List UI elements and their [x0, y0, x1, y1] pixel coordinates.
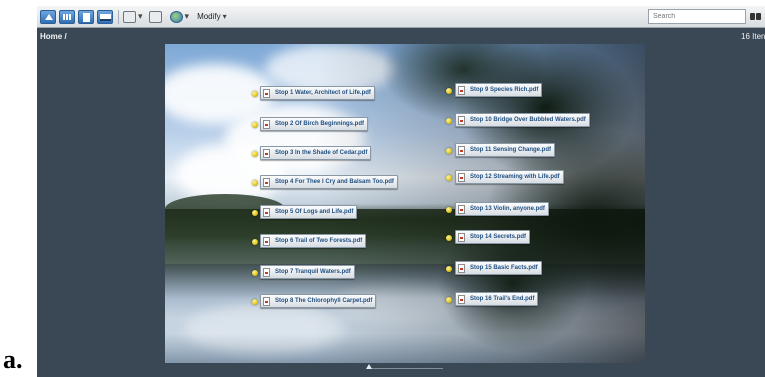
marker-dot[interactable] [252, 91, 258, 97]
pdf-file-stop-6[interactable]: Stop 6 Trail of Two Forests.pdf [260, 234, 367, 248]
pdf-icon [263, 267, 270, 277]
marker-dot[interactable] [252, 210, 258, 216]
pdf-file-stop-7[interactable]: Stop 7 Tranquil Waters.pdf [260, 265, 355, 279]
marker-dot[interactable] [446, 118, 452, 124]
fullscreen-icon[interactable] [97, 9, 113, 24]
marker-dot[interactable] [446, 88, 452, 94]
toolbar-divider [118, 9, 119, 24]
page-view-icon[interactable] [78, 9, 94, 24]
pdf-icon [263, 88, 270, 98]
pdf-icon [263, 207, 270, 217]
file-label: Stop 14 Secrets.pdf [470, 234, 527, 240]
marker-dot[interactable] [252, 122, 258, 128]
pdf-file-stop-13[interactable]: Stop 13 Violin, anyone.pdf [455, 202, 549, 216]
modify-menu[interactable]: Modify ▾ [195, 12, 227, 21]
marker-dot[interactable] [252, 239, 258, 245]
modify-label: Modify [197, 12, 221, 21]
grid-view-icon[interactable] [59, 9, 75, 24]
marker-dot[interactable] [446, 175, 452, 181]
pdf-file-stop-12[interactable]: Stop 12 Streaming with Life.pdf [455, 170, 564, 184]
pdf-icon [458, 115, 465, 125]
file-label: Stop 10 Bridge Over Bubbled Waters.pdf [470, 117, 586, 123]
file-label: Stop 3 In the Shade of Cedar.pdf [275, 150, 368, 156]
scrub-track[interactable] [367, 368, 443, 369]
file-label: Stop 15 Basic Facts.pdf [470, 265, 538, 271]
pdf-icon [458, 145, 465, 155]
pdf-file-stop-14[interactable]: Stop 14 Secrets.pdf [455, 230, 531, 244]
pdf-file-stop-8[interactable]: Stop 8 The Chlorophyll Carpet.pdf [260, 294, 377, 308]
home-icon[interactable] [40, 9, 56, 24]
file-label: Stop 4 For Thee I Cry and Balsam Too.pdf [275, 179, 394, 185]
pdf-icon [458, 204, 465, 214]
file-label: Stop 6 Trail of Two Forests.pdf [275, 238, 363, 244]
pdf-icon [458, 232, 465, 242]
file-label: Stop 16 Trail's End.pdf [470, 296, 535, 302]
pdf-file-stop-16[interactable]: Stop 16 Trail's End.pdf [455, 292, 539, 306]
pdf-icon [263, 177, 270, 187]
save-icon [123, 10, 136, 23]
pdf-file-stop-15[interactable]: Stop 15 Basic Facts.pdf [455, 261, 542, 275]
chevron-down-icon: ▾ [184, 11, 190, 21]
file-label: Stop 2 Of Birch Beginnings.pdf [275, 121, 364, 127]
figure-caption: a. [3, 345, 23, 374]
pdf-icon [458, 263, 465, 273]
file-label: Stop 8 The Chlorophyll Carpet.pdf [275, 298, 373, 304]
pdf-file-stop-2[interactable]: Stop 2 Of Birch Beginnings.pdf [260, 117, 368, 131]
file-label: Stop 13 Violin, anyone.pdf [470, 206, 545, 212]
breadcrumb[interactable]: Home / [40, 32, 67, 41]
web-menu[interactable]: ▾ [169, 10, 190, 23]
file-label: Stop 12 Streaming with Life.pdf [470, 174, 560, 180]
pdf-file-stop-11[interactable]: Stop 11 Sensing Change.pdf [455, 143, 556, 157]
print-icon [148, 10, 162, 23]
pdf-file-stop-10[interactable]: Stop 10 Bridge Over Bubbled Waters.pdf [455, 113, 590, 127]
binoculars-icon[interactable] [748, 9, 762, 24]
item-count: 16 Iten [741, 32, 765, 41]
pdf-icon [263, 236, 270, 246]
pdf-icon [263, 296, 270, 306]
scrub-thumb[interactable] [366, 364, 372, 369]
viewer-window: ▾ ▾ Modify▾ Home / 16 Iten Stop 1 Water,… [37, 6, 765, 377]
marker-dot[interactable] [446, 297, 452, 303]
pdf-file-stop-9[interactable]: Stop 9 Species Rich.pdf [455, 83, 543, 97]
print-button[interactable] [148, 10, 164, 23]
pdf-icon [458, 85, 465, 95]
file-label: Stop 7 Tranquil Waters.pdf [275, 269, 351, 275]
file-label: Stop 1 Water, Architect of Life.pdf [275, 90, 371, 96]
marker-dot[interactable] [446, 148, 452, 154]
marker-dot[interactable] [446, 207, 452, 213]
pdf-file-stop-1[interactable]: Stop 1 Water, Architect of Life.pdf [260, 86, 375, 100]
pdf-file-stop-5[interactable]: Stop 5 Of Logs and Life.pdf [260, 205, 358, 219]
save-menu[interactable]: ▾ [123, 10, 143, 23]
marker-dot[interactable] [252, 180, 258, 186]
pdf-icon [458, 172, 465, 182]
marker-dot[interactable] [446, 266, 452, 272]
marker-dot[interactable] [252, 299, 258, 305]
file-label: Stop 9 Species Rich.pdf [470, 87, 539, 93]
pdf-file-stop-4[interactable]: Stop 4 For Thee I Cry and Balsam Too.pdf [260, 175, 398, 189]
marker-dot[interactable] [252, 270, 258, 276]
globe-icon [169, 10, 183, 23]
file-label: Stop 5 Of Logs and Life.pdf [275, 209, 354, 215]
pdf-icon [263, 119, 270, 129]
pdf-file-stop-3[interactable]: Stop 3 In the Shade of Cedar.pdf [260, 146, 372, 160]
background-photo: Stop 1 Water, Architect of Life.pdf Stop… [165, 44, 645, 363]
chevron-down-icon: ▾ [138, 11, 143, 21]
file-label: Stop 11 Sensing Change.pdf [470, 147, 552, 153]
search-input[interactable] [648, 9, 746, 24]
marker-dot[interactable] [252, 151, 258, 157]
pdf-icon [263, 148, 270, 158]
chevron-down-icon: ▾ [222, 12, 227, 21]
pdf-icon [458, 294, 465, 304]
marker-dot[interactable] [446, 235, 452, 241]
